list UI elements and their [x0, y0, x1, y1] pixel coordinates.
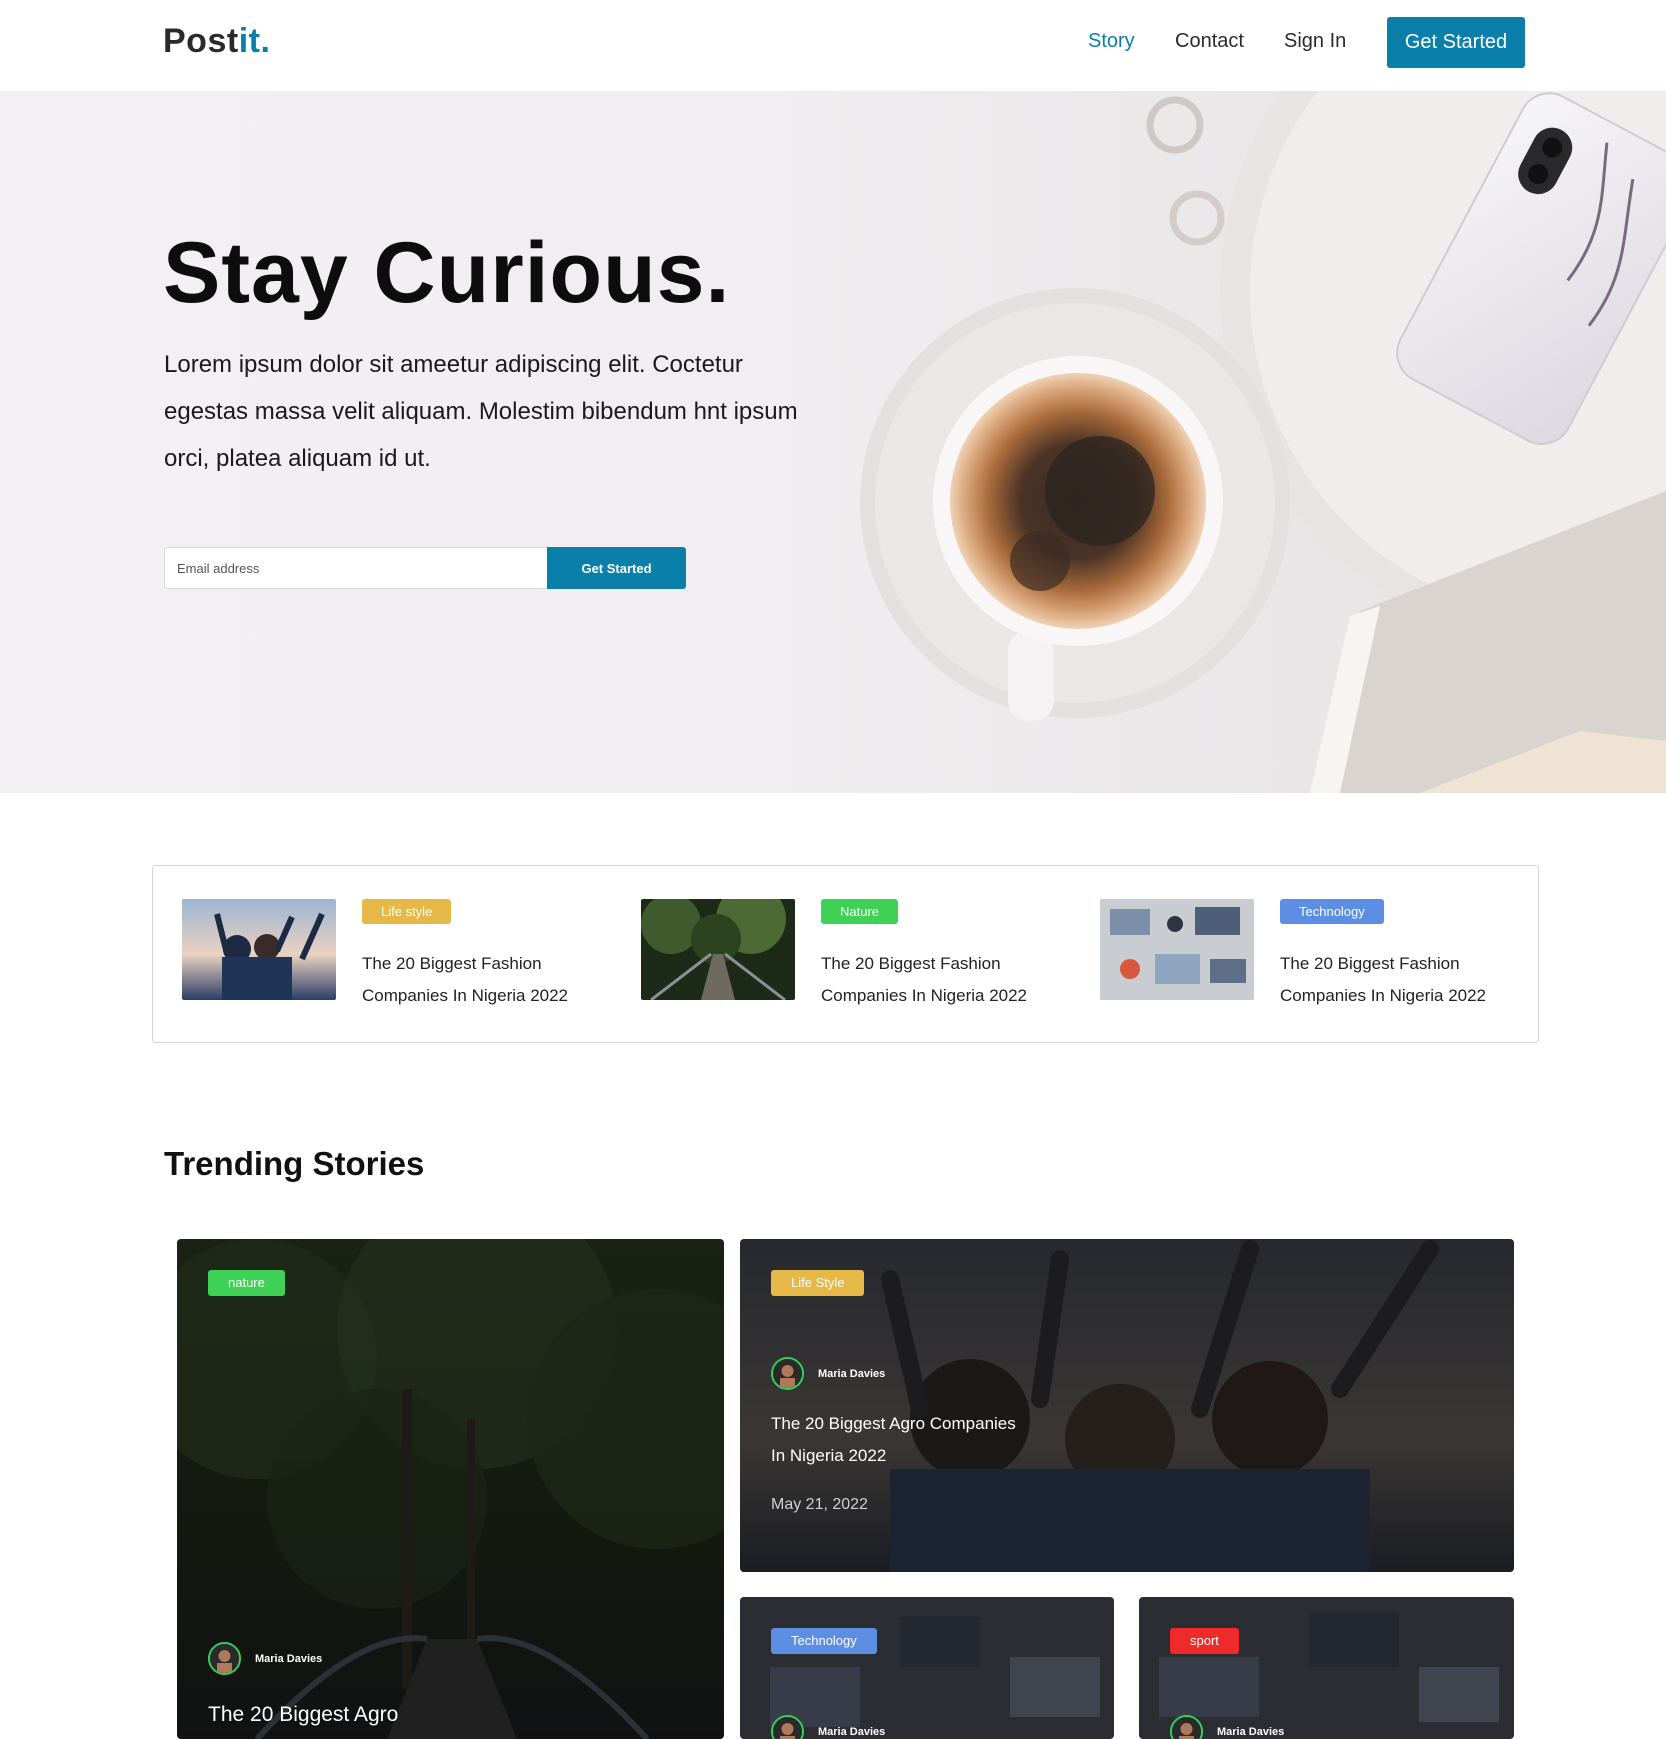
- logo-main: Post: [163, 22, 239, 60]
- featured-post-life-style[interactable]: Life style The 20 Biggest Fashion Compan…: [182, 899, 612, 1005]
- card-title[interactable]: The 20 Biggest Agro Companies In Nigeria…: [771, 1408, 1031, 1472]
- hero-get-started-button[interactable]: Get Started: [547, 547, 686, 589]
- trending-card-sport[interactable]: sport Maria Davies: [1139, 1597, 1514, 1739]
- logo-accent: it.: [238, 22, 271, 60]
- featured-posts-strip: Life style The 20 Biggest Fashion Compan…: [152, 865, 1539, 1043]
- email-input[interactable]: [164, 547, 547, 589]
- hero-section: Stay Curious. Lorem ipsum dolor sit amee…: [0, 91, 1666, 793]
- author-avatar: [771, 1715, 804, 1739]
- author-info: Maria Davies: [208, 1642, 322, 1675]
- featured-thumbnail-friends: [182, 899, 336, 1000]
- nav-link-story[interactable]: Story: [1088, 30, 1135, 53]
- author-name[interactable]: Maria Davies: [255, 1653, 322, 1665]
- category-badge[interactable]: Technology: [1280, 899, 1384, 924]
- category-badge[interactable]: nature: [208, 1270, 285, 1296]
- trending-card-technology[interactable]: Technology Maria Davies: [740, 1597, 1114, 1739]
- category-badge[interactable]: Technology: [771, 1628, 877, 1654]
- category-badge[interactable]: sport: [1170, 1628, 1239, 1654]
- featured-thumbnail-forest-bridge: [641, 899, 795, 1000]
- trending-stories-heading: Trending Stories: [164, 1145, 425, 1182]
- trending-card-life-style[interactable]: Life Style Maria Davies The 20 Biggest A…: [740, 1239, 1514, 1572]
- card-title[interactable]: The 20 Biggest Agro: [208, 1699, 398, 1731]
- category-badge[interactable]: Nature: [821, 899, 899, 924]
- card-date: May 21, 2022: [771, 1496, 868, 1513]
- author-name[interactable]: Maria Davies: [818, 1726, 885, 1738]
- author-info: Maria Davies: [771, 1715, 885, 1739]
- logo[interactable]: Postit.: [163, 22, 270, 61]
- featured-thumbnail-desk-laptops: [1100, 899, 1254, 1000]
- email-signup-form: Get Started: [164, 547, 686, 589]
- featured-post-title[interactable]: The 20 Biggest Fashion Companies In Nige…: [1280, 948, 1520, 1012]
- featured-post-technology[interactable]: Technology The 20 Biggest Fashion Compan…: [1100, 899, 1530, 1005]
- featured-post-title[interactable]: The 20 Biggest Fashion Companies In Nige…: [821, 948, 1061, 1012]
- author-name[interactable]: Maria Davies: [818, 1368, 885, 1380]
- author-name[interactable]: Maria Davies: [1217, 1726, 1284, 1738]
- category-badge[interactable]: Life style: [362, 899, 452, 924]
- author-info: Maria Davies: [771, 1357, 885, 1390]
- featured-post-nature[interactable]: Nature The 20 Biggest Fashion Companies …: [641, 899, 1071, 1005]
- author-avatar: [208, 1642, 241, 1675]
- nav-link-sign-in[interactable]: Sign In: [1284, 30, 1346, 53]
- featured-post-title[interactable]: The 20 Biggest Fashion Companies In Nige…: [362, 948, 602, 1012]
- top-navbar: Postit. Story Contact Sign In Get Starte…: [0, 0, 1666, 91]
- get-started-button[interactable]: Get Started: [1387, 17, 1525, 68]
- hero-title: Stay Curious.: [163, 225, 731, 321]
- nav-link-contact[interactable]: Contact: [1175, 30, 1244, 53]
- hero-description: Lorem ipsum dolor sit ameetur adipiscing…: [164, 351, 798, 472]
- author-info: Maria Davies: [1170, 1715, 1284, 1739]
- category-badge[interactable]: Life Style: [771, 1270, 865, 1296]
- trending-card-nature[interactable]: nature Maria Davies The 20 Biggest Agro: [177, 1239, 724, 1739]
- author-avatar: [771, 1357, 804, 1390]
- author-avatar: [1170, 1715, 1203, 1739]
